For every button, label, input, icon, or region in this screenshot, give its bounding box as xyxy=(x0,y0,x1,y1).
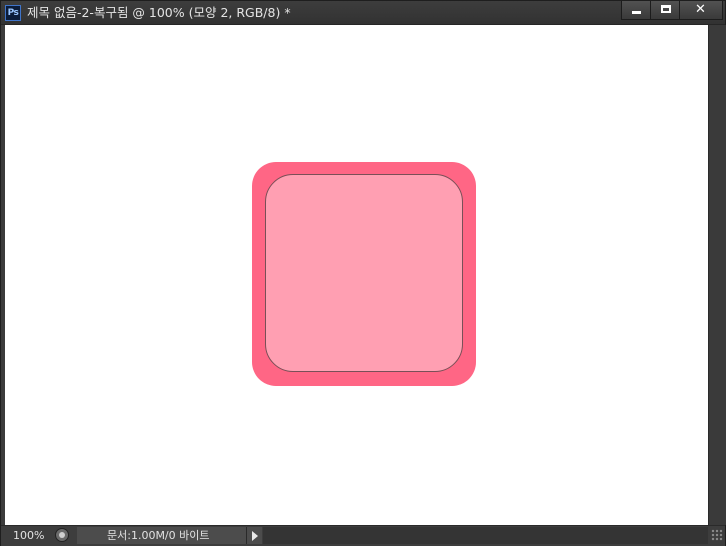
status-bar: 100% 문서:1.00M/0 바이트 xyxy=(1,525,725,546)
minimize-button[interactable] xyxy=(621,1,651,20)
document-info: 문서:1.00M/0 바이트 xyxy=(77,527,246,544)
maximize-icon xyxy=(661,5,671,13)
document-title: 제목 없음-2-복구됨 @ 100% (모양 2, RGB/8) * xyxy=(27,5,291,20)
vertical-scrollbar[interactable] xyxy=(708,25,726,525)
minimize-icon xyxy=(632,11,641,14)
resize-grip-icon[interactable] xyxy=(711,529,723,541)
maximize-button[interactable] xyxy=(650,1,680,20)
close-icon: ✕ xyxy=(695,2,706,17)
status-info-icon[interactable] xyxy=(55,528,69,542)
status-menu-arrow-icon[interactable] xyxy=(246,527,262,544)
title-bar[interactable]: Ps 제목 없음-2-복구됨 @ 100% (모양 2, RGB/8) * ✕ xyxy=(1,1,725,25)
zoom-level[interactable]: 100% xyxy=(1,527,51,544)
document-canvas[interactable] xyxy=(5,25,708,525)
horizontal-scrollbar[interactable] xyxy=(263,527,708,544)
rounded-rectangle-shape-outer[interactable] xyxy=(252,162,476,386)
rounded-rectangle-shape-inner[interactable] xyxy=(265,174,463,372)
document-window: Ps 제목 없음-2-복구됨 @ 100% (모양 2, RGB/8) * ✕ … xyxy=(0,0,726,546)
photoshop-app-icon[interactable]: Ps xyxy=(5,5,21,21)
close-button[interactable]: ✕ xyxy=(679,1,723,20)
window-controls: ✕ xyxy=(621,1,723,21)
